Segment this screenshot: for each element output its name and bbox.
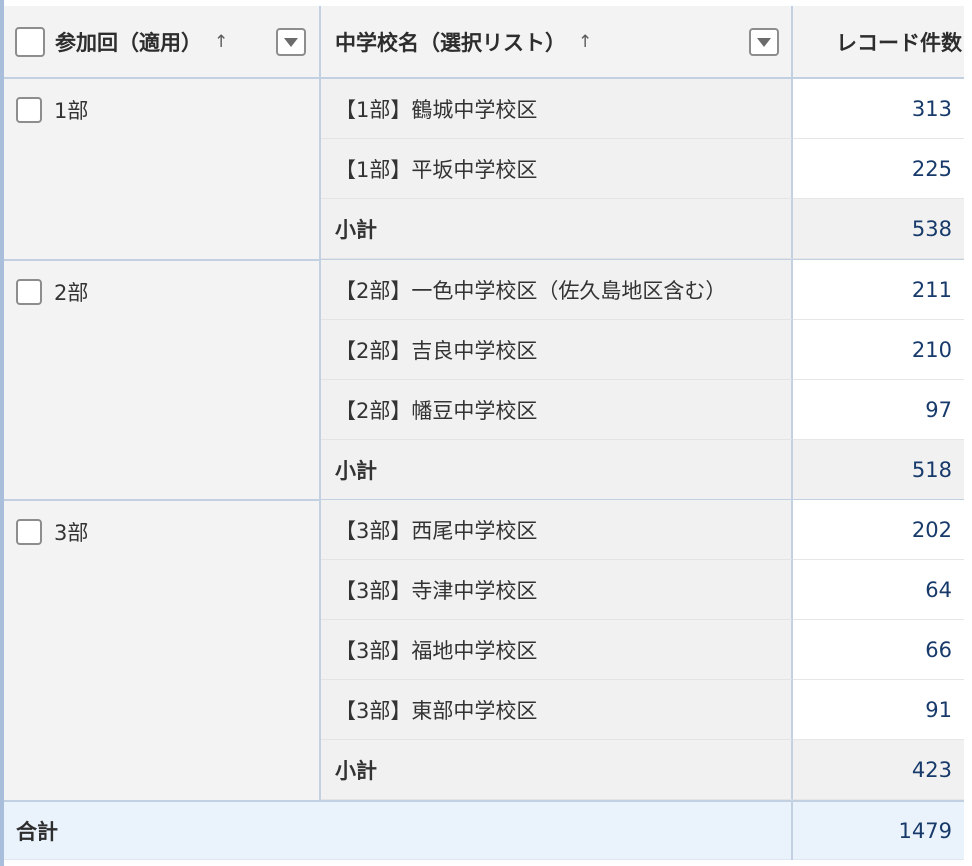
- group-checkbox[interactable]: [16, 519, 42, 545]
- record-count-cell: 211: [793, 260, 964, 320]
- record-count-cell: 210: [793, 320, 964, 380]
- record-count-cell: 313: [793, 79, 964, 139]
- school-name-cell: 【3部】福地中学校区: [321, 620, 793, 680]
- record-count-cell: 225: [793, 139, 964, 199]
- school-name-cell: 【2部】吉良中学校区: [321, 320, 793, 380]
- column-header-participation-label: 参加回（適用）: [55, 30, 202, 55]
- group-checkbox[interactable]: [16, 97, 42, 123]
- column-header-school-label: 中学校名（選択リスト）: [335, 30, 566, 55]
- record-count-cell: 64: [793, 560, 964, 620]
- subtotal-value-cell: 518: [793, 440, 964, 500]
- record-count-cell: 66: [793, 620, 964, 680]
- subtotal-value-cell: 538: [793, 199, 964, 259]
- group-cell-1: 1部: [4, 79, 321, 259]
- column-menu-dropdown-button[interactable]: [749, 28, 779, 56]
- chevron-down-icon: [757, 37, 771, 47]
- grand-total-label: 合計: [16, 820, 58, 844]
- school-name-cell: 【3部】西尾中学校区: [321, 500, 793, 560]
- group-checkbox[interactable]: [16, 279, 42, 305]
- column-header-school[interactable]: 中学校名（選択リスト） ↑: [321, 6, 793, 79]
- group-label: 1部: [54, 99, 89, 123]
- column-menu-dropdown-button[interactable]: [276, 28, 306, 56]
- group-cell-2: 2部: [4, 261, 321, 499]
- subtotal-label-cell: 小計: [321, 199, 793, 259]
- subtotal-value-cell: 423: [793, 740, 964, 800]
- school-name-cell: 【2部】幡豆中学校区: [321, 380, 793, 440]
- select-all-checkbox[interactable]: [15, 26, 45, 57]
- column-header-count[interactable]: レコード件数: [793, 6, 964, 79]
- sort-ascending-icon[interactable]: ↑: [214, 32, 228, 52]
- group-cell-3: 3部: [4, 501, 321, 800]
- grand-total-value: 1479: [898, 819, 952, 843]
- record-count-cell: 97: [793, 380, 964, 440]
- school-name-cell: 【2部】一色中学校区（佐久島地区含む）: [321, 260, 793, 320]
- school-name-cell: 【3部】東部中学校区: [321, 680, 793, 740]
- grand-total-row: 合計 1479: [4, 800, 964, 860]
- group-label: 3部: [54, 521, 89, 545]
- subtotal-label-cell: 小計: [321, 440, 793, 500]
- school-name-cell: 【1部】鶴城中学校区: [321, 79, 793, 139]
- school-name-cell: 【1部】平坂中学校区: [321, 139, 793, 199]
- subtotal-label-cell: 小計: [321, 740, 793, 800]
- chevron-down-icon: [284, 37, 298, 47]
- column-divider: [791, 802, 793, 860]
- record-count-cell: 202: [793, 500, 964, 560]
- record-count-cell: 91: [793, 680, 964, 740]
- group-label: 2部: [54, 281, 89, 305]
- column-header-count-label: レコード件数: [836, 30, 962, 55]
- column-header-participation[interactable]: 参加回（適用） ↑: [4, 6, 321, 79]
- sort-ascending-icon[interactable]: ↑: [578, 32, 592, 52]
- school-name-cell: 【3部】寺津中学校区: [321, 560, 793, 620]
